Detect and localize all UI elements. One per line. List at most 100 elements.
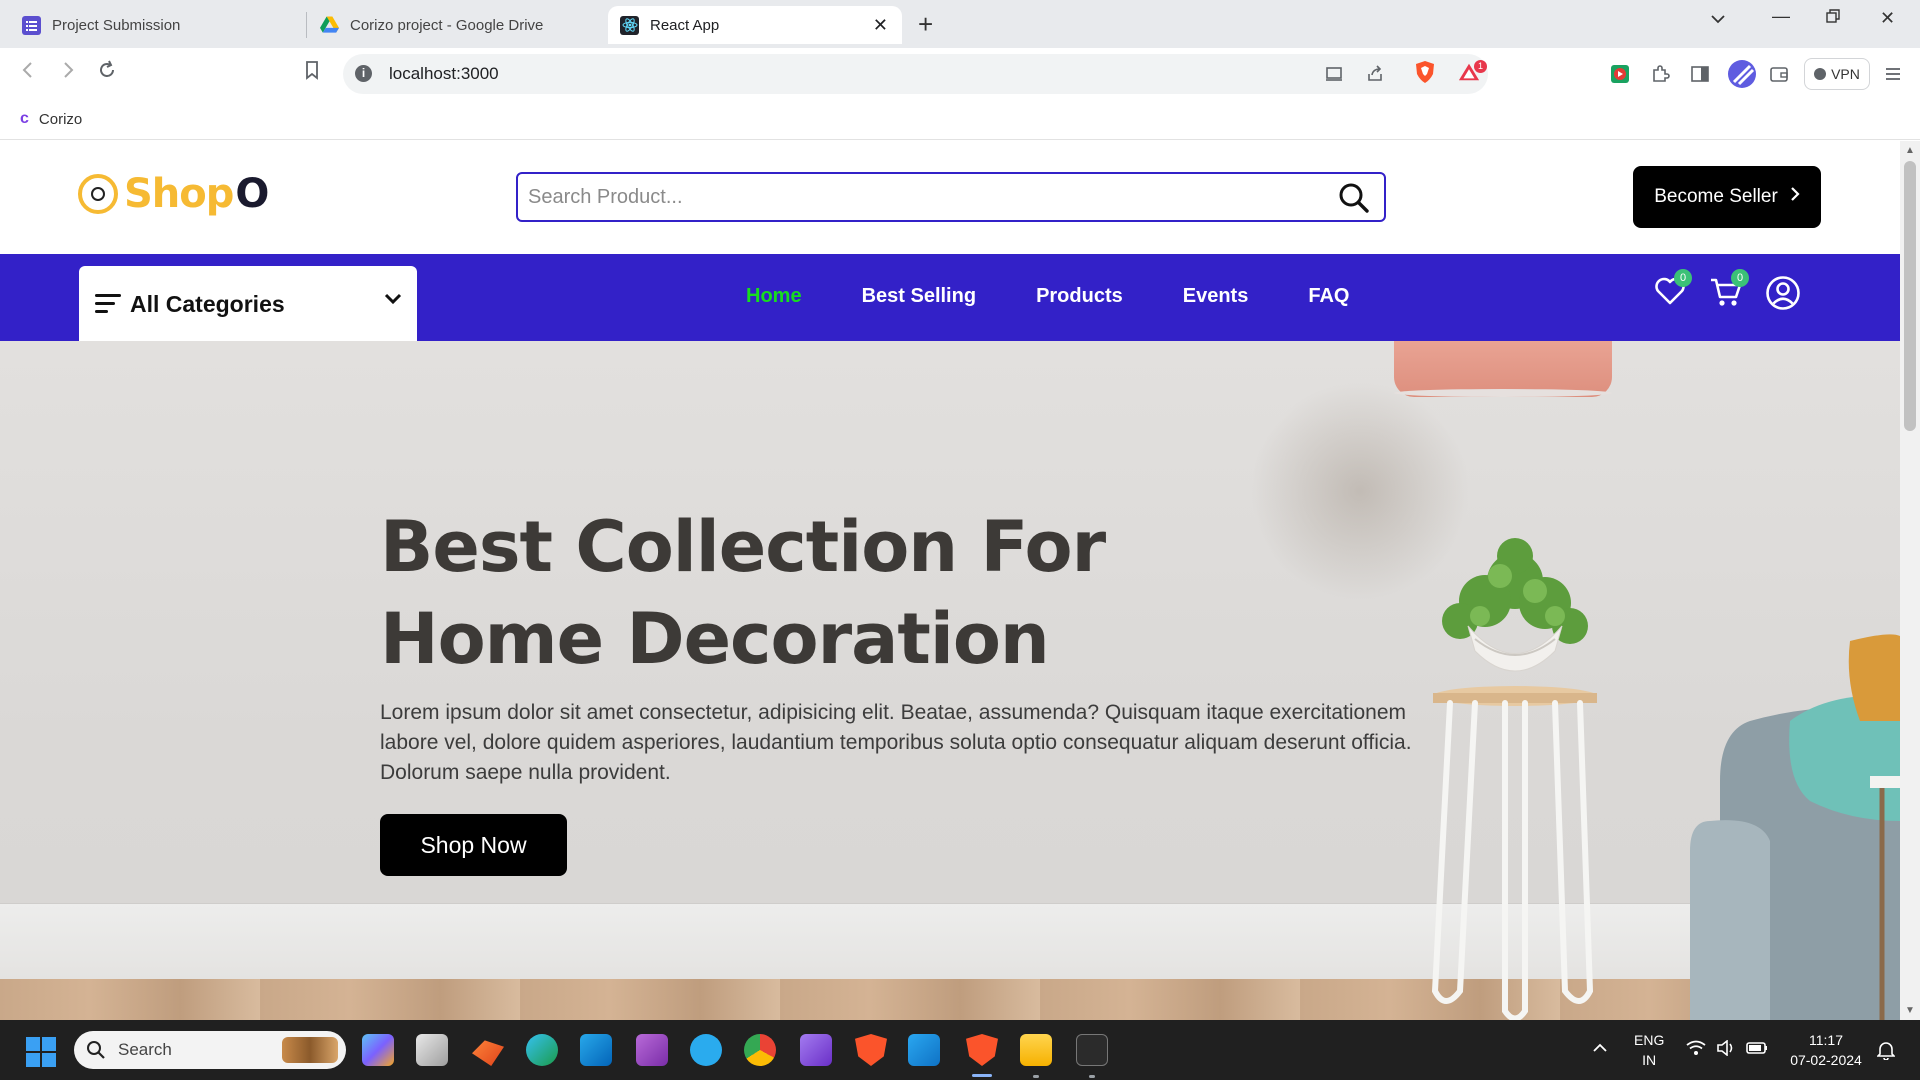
chevron-right-icon: [1790, 186, 1800, 208]
nav-home[interactable]: Home: [746, 285, 802, 308]
categories-menu-icon: [95, 294, 121, 318]
back-button[interactable]: [18, 60, 38, 86]
corizo-icon: c: [20, 110, 29, 127]
logo-suffix: O: [235, 171, 270, 217]
windows-start-icon[interactable]: [26, 1037, 56, 1067]
battery-icon[interactable]: [1746, 1041, 1768, 1058]
dev-home-icon[interactable]: [636, 1034, 668, 1066]
taskbar-search-label: Search: [118, 1040, 172, 1059]
brave-active-icon[interactable]: [966, 1034, 998, 1066]
nav-faq[interactable]: FAQ: [1308, 285, 1349, 308]
search-input[interactable]: [528, 174, 1318, 220]
language-code: ENG: [1634, 1032, 1665, 1048]
leo-ai-icon[interactable]: [1727, 59, 1757, 89]
tab-project-submission[interactable]: Project Submission: [22, 6, 302, 44]
active-app-indicator: [972, 1074, 992, 1077]
shopo-logo[interactable]: Shop O: [78, 169, 269, 219]
sidebar-toggle-icon[interactable]: [1689, 63, 1711, 85]
wishlist-button[interactable]: 0: [1654, 269, 1692, 311]
heart-icon: [1654, 277, 1686, 310]
profile-button[interactable]: [1765, 275, 1801, 316]
clock-date: 07-02-2024: [1790, 1052, 1862, 1068]
home-decor-illustration: [1431, 538, 1900, 1020]
vpn-label: VPN: [1831, 66, 1860, 82]
target-logo-icon: [78, 174, 118, 214]
tab-title: Corizo project - Google Drive: [350, 16, 544, 34]
task-view-icon[interactable]: [416, 1034, 448, 1066]
region-code: IN: [1642, 1052, 1657, 1068]
site-info-icon[interactable]: i: [355, 65, 372, 82]
nav-products[interactable]: Products: [1036, 285, 1123, 308]
close-window-button[interactable]: ✕: [1880, 8, 1895, 29]
terminal-icon[interactable]: [1076, 1034, 1108, 1066]
volume-icon[interactable]: [1716, 1039, 1736, 1059]
running-app-indicator: [1089, 1075, 1095, 1078]
hero-title-line1: Best Collection For: [380, 506, 1106, 588]
cart-icon: [1709, 278, 1743, 312]
video-extension-icon[interactable]: [1609, 63, 1631, 85]
all-categories-dropdown[interactable]: All Categories: [79, 266, 417, 341]
bookmarks-bar: c Corizo: [0, 100, 1920, 140]
nav-events[interactable]: Events: [1183, 285, 1249, 308]
browser-toolbar: i localhost:3000 1 VPN: [0, 48, 1920, 100]
outlook-icon[interactable]: [580, 1034, 612, 1066]
brave-icon[interactable]: [855, 1034, 887, 1066]
cart-count-badge: 0: [1731, 269, 1749, 287]
page-scrollbar[interactable]: ▲ ▼: [1900, 141, 1920, 1020]
forms-icon: [22, 15, 41, 35]
shop-now-button[interactable]: Shop Now: [380, 814, 567, 876]
minimize-button[interactable]: —: [1772, 6, 1790, 27]
forward-button[interactable]: [58, 60, 78, 86]
pendant-lamp-rim: [1394, 389, 1612, 397]
bookmark-corizo[interactable]: c Corizo: [20, 110, 82, 128]
site-header: Shop O Become Seller: [0, 141, 1900, 254]
vpn-status-icon: [1814, 68, 1827, 80]
copilot-icon[interactable]: [362, 1034, 394, 1066]
reload-button[interactable]: [97, 60, 117, 86]
wifi-icon[interactable]: [1686, 1040, 1706, 1059]
search-highlight-image: [282, 1037, 338, 1063]
system-clock[interactable]: 11:17 07-02-2024: [1786, 1030, 1866, 1070]
browser-tab-strip: Project Submission Corizo project - Goog…: [0, 0, 1920, 48]
vscode-icon[interactable]: [908, 1034, 940, 1066]
chevron-down-icon: [383, 292, 403, 311]
visual-studio-icon[interactable]: [800, 1034, 832, 1066]
tab-search-chevron-icon[interactable]: [1710, 8, 1726, 29]
file-explorer-icon[interactable]: [1020, 1034, 1052, 1066]
vpn-button[interactable]: VPN: [1804, 58, 1870, 90]
scrollbar-thumb[interactable]: [1904, 161, 1916, 431]
restore-button[interactable]: [1825, 8, 1841, 29]
cast-icon[interactable]: [1323, 63, 1345, 85]
extensions-puzzle-icon[interactable]: [1649, 63, 1671, 85]
share-icon[interactable]: [1364, 63, 1386, 85]
hero-title: Best Collection For Home Decoration: [380, 501, 1140, 685]
telegram-icon[interactable]: [690, 1034, 722, 1066]
close-tab-icon[interactable]: ✕: [873, 15, 888, 36]
windows-taskbar: Search ENG IN 11:17 07-02-2024: [0, 1020, 1920, 1080]
brave-shields-icon[interactable]: [1414, 61, 1436, 83]
nav-best-selling[interactable]: Best Selling: [862, 285, 976, 308]
office-app-icon[interactable]: [472, 1040, 504, 1066]
scroll-up-arrow-icon[interactable]: ▲: [1905, 145, 1915, 156]
categories-label: All Categories: [130, 291, 285, 317]
wallet-icon[interactable]: [1768, 63, 1790, 85]
tab-title: React App: [650, 16, 720, 34]
nav-links: Home Best Selling Products Events FAQ: [746, 285, 1409, 308]
tab-react-app[interactable]: React App ✕: [608, 6, 902, 44]
show-hidden-icons-chevron-icon[interactable]: [1592, 1040, 1608, 1056]
notification-bell-icon[interactable]: [1876, 1040, 1896, 1063]
tab-google-drive[interactable]: Corizo project - Google Drive: [320, 6, 600, 44]
taskbar-search[interactable]: Search: [74, 1031, 346, 1069]
new-tab-button[interactable]: +: [918, 9, 933, 39]
chrome-icon[interactable]: [744, 1034, 776, 1066]
language-indicator[interactable]: ENG IN: [1634, 1030, 1664, 1070]
bookmark-icon[interactable]: [304, 60, 320, 86]
become-seller-button[interactable]: Become Seller: [1633, 166, 1821, 228]
scroll-down-arrow-icon[interactable]: ▼: [1905, 1005, 1915, 1016]
search-icon: [86, 1040, 106, 1065]
edge-icon[interactable]: [526, 1034, 558, 1066]
search-icon[interactable]: [1338, 182, 1370, 219]
menu-icon[interactable]: [1882, 63, 1904, 85]
cart-button[interactable]: 0: [1709, 269, 1749, 313]
address-bar[interactable]: i localhost:3000: [343, 54, 1488, 94]
